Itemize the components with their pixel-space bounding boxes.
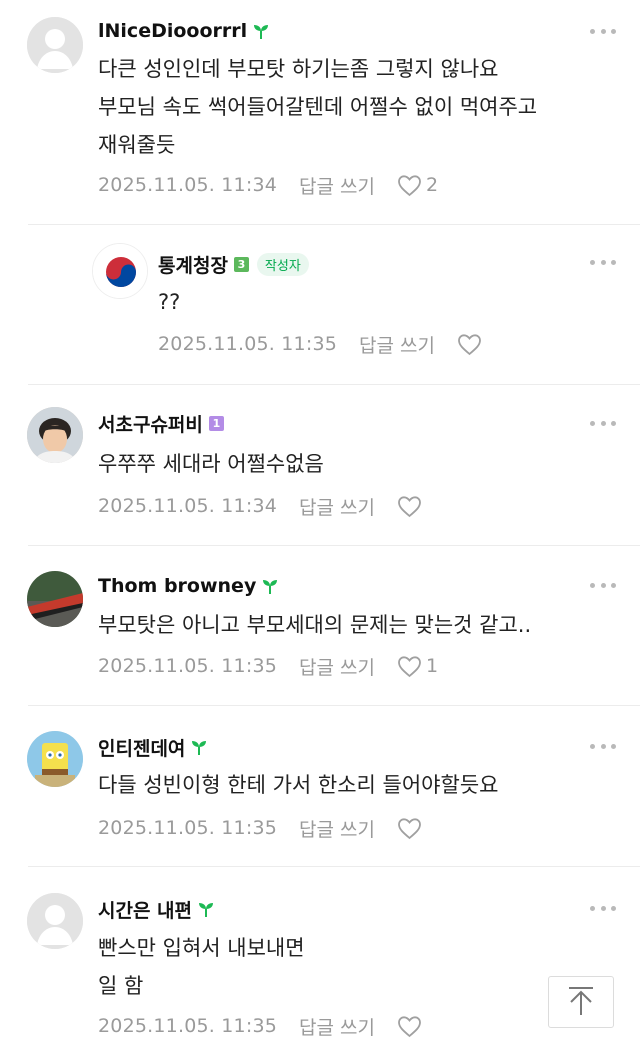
heart-icon: [398, 495, 421, 517]
reply-button[interactable]: 답글 쓰기: [359, 331, 435, 358]
ship-photo-icon: [27, 571, 83, 627]
comment-text: 다들 성빈이형 한테 가서 한소리 들어야할듯요: [98, 773, 499, 797]
default-avatar-icon: [27, 17, 83, 73]
like-count: 2: [426, 174, 439, 196]
scroll-top-button[interactable]: [548, 976, 614, 1028]
like-button[interactable]: [397, 1015, 426, 1038]
default-avatar[interactable]: [27, 893, 83, 949]
comment-meta: 2025.11.05. 11:34 답글 쓰기: [98, 492, 426, 520]
more-options-button[interactable]: [590, 257, 616, 267]
more-options-button[interactable]: [590, 580, 616, 590]
comment-item: Thom browney 부모탓은 아니고 부모세대의 문제는 맞는것 같고..…: [0, 546, 640, 706]
author-row: 서초구슈퍼비 1: [98, 410, 224, 436]
sprout-icon: [199, 903, 214, 917]
like-count: 1: [426, 655, 439, 677]
comment-text: 다큰 성인인데 부모탓 하기는좀 그렇지 않나요 부모님 속도 썩어들어갈텐데 …: [98, 57, 538, 157]
more-options-button[interactable]: [590, 741, 616, 751]
author-name[interactable]: 인티젠데여: [98, 734, 185, 761]
author-row: Thom browney: [98, 573, 279, 599]
comment-date: 2025.11.05. 11:34: [98, 495, 278, 517]
heart-icon: [398, 1015, 421, 1037]
level-badge: 1: [208, 415, 224, 431]
reply-button[interactable]: 답글 쓰기: [299, 815, 375, 842]
more-options-button[interactable]: [590, 418, 616, 428]
sprout-icon: [254, 25, 269, 39]
like-button[interactable]: 1: [397, 655, 438, 678]
government-emblem-avatar[interactable]: [92, 243, 148, 299]
comment-text: 빤스만 입혀서 내보내면 일 함: [98, 936, 305, 998]
comment-date: 2025.11.05. 11:35: [98, 655, 278, 677]
profile-photo-avatar[interactable]: [27, 731, 83, 787]
comment-item: 시간은 내편 빤스만 입혀서 내보내면 일 함 2025.11.05. 11:3…: [0, 867, 640, 1040]
reply-button[interactable]: 답글 쓰기: [299, 172, 375, 199]
heart-icon: [398, 655, 421, 677]
comment-item: 인티젠데여 다들 성빈이형 한테 가서 한소리 들어야할듯요 2025.11.0…: [0, 706, 640, 867]
default-avatar-icon: [27, 893, 83, 949]
comment-date: 2025.11.05. 11:34: [98, 174, 278, 196]
comment-meta: 2025.11.05. 11:35 답글 쓰기: [98, 814, 426, 842]
comment-meta: 2025.11.05. 11:35 답글 쓰기: [158, 330, 486, 358]
author-name[interactable]: Thom browney: [98, 575, 256, 597]
level-badge: 3: [233, 256, 249, 272]
more-options-button[interactable]: [590, 26, 616, 36]
sprout-icon: [192, 741, 207, 755]
comment-meta: 2025.11.05. 11:34 답글 쓰기 2: [98, 171, 438, 199]
profile-photo-avatar[interactable]: [27, 407, 83, 463]
profile-photo-avatar[interactable]: [27, 571, 83, 627]
comment-meta: 2025.11.05. 11:35 답글 쓰기 1: [98, 652, 438, 680]
sprout-icon: [263, 580, 278, 594]
comment-date: 2025.11.05. 11:35: [98, 817, 278, 839]
comment-item: 서초구슈퍼비 1 우쭈쭈 세대라 어쩔수없음 2025.11.05. 11:34…: [0, 385, 640, 546]
author-row: lNiceDiooorrrl: [98, 18, 270, 44]
comment-text: ??: [158, 290, 181, 314]
default-avatar[interactable]: [27, 17, 83, 73]
heart-icon: [398, 817, 421, 839]
author-row: 시간은 내편: [98, 896, 215, 922]
comment-meta: 2025.11.05. 11:35 답글 쓰기: [98, 1012, 426, 1040]
heart-icon: [458, 333, 481, 355]
comment-date: 2025.11.05. 11:35: [98, 1015, 278, 1037]
heart-icon: [398, 174, 421, 196]
like-button[interactable]: 2: [397, 174, 438, 197]
taegeuk-emblem-icon: [93, 244, 147, 298]
comment-date: 2025.11.05. 11:35: [158, 333, 338, 355]
like-button[interactable]: [397, 495, 426, 518]
arrow-up-icon: [569, 987, 593, 1015]
reply-button[interactable]: 답글 쓰기: [299, 493, 375, 520]
like-button[interactable]: [397, 817, 426, 840]
author-name[interactable]: 통계청장: [158, 251, 228, 278]
author-name[interactable]: 시간은 내편: [98, 896, 192, 923]
comment-text: 우쭈쭈 세대라 어쩔수없음: [98, 452, 324, 476]
like-button[interactable]: [457, 333, 486, 356]
profile-photo-icon: [27, 407, 83, 463]
author-row: 인티젠데여: [98, 734, 208, 760]
comment-item: lNiceDiooorrrl 다큰 성인인데 부모탓 하기는좀 그렇지 않나요 …: [0, 0, 640, 225]
reply-comment-item: 통계청장 3 작성자 ?? 2025.11.05. 11:35 답글 쓰기: [0, 225, 640, 385]
author-name[interactable]: 서초구슈퍼비: [98, 410, 203, 437]
reply-button[interactable]: 답글 쓰기: [299, 1013, 375, 1040]
author-badge: 작성자: [256, 252, 309, 276]
cartoon-character-icon: [27, 731, 83, 787]
reply-button[interactable]: 답글 쓰기: [299, 653, 375, 680]
more-options-button[interactable]: [590, 903, 616, 913]
comment-text: 부모탓은 아니고 부모세대의 문제는 맞는것 같고..: [98, 613, 532, 637]
author-name[interactable]: lNiceDiooorrrl: [98, 20, 247, 42]
author-row: 통계청장 3 작성자: [158, 251, 309, 277]
